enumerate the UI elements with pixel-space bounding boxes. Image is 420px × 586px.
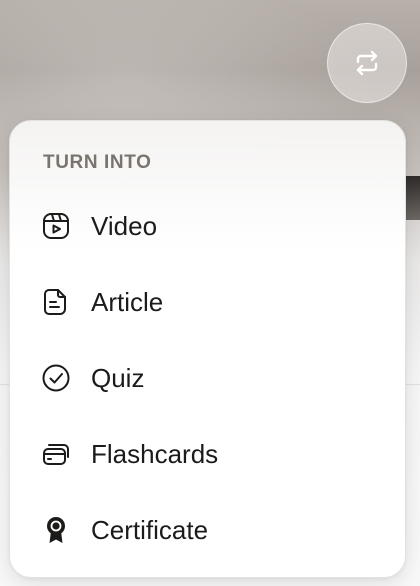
article-icon bbox=[41, 287, 71, 317]
menu-item-video[interactable]: Video bbox=[10, 195, 405, 257]
video-icon bbox=[41, 211, 71, 241]
menu-item-label: Article bbox=[91, 286, 164, 317]
menu-item-label: Video bbox=[91, 210, 158, 241]
repeat-icon bbox=[356, 50, 378, 76]
flashcards-icon bbox=[41, 439, 71, 469]
quiz-check-icon bbox=[41, 363, 71, 393]
menu-item-label: Quiz bbox=[91, 362, 145, 393]
menu-item-label: Flashcards bbox=[91, 438, 219, 469]
certificate-icon bbox=[41, 515, 71, 545]
menu-item-article[interactable]: Article bbox=[10, 271, 405, 333]
menu-item-certificate[interactable]: Certificate bbox=[10, 499, 405, 561]
menu-item-label: Certificate bbox=[91, 514, 209, 545]
menu-heading: TURN INTO bbox=[43, 152, 152, 173]
turn-into-menu: TURN INTO Video Article Quiz Flashcards … bbox=[9, 120, 406, 578]
convert-button[interactable] bbox=[327, 23, 407, 103]
menu-item-flashcards[interactable]: Flashcards bbox=[10, 423, 405, 485]
menu-item-quiz[interactable]: Quiz bbox=[10, 347, 405, 409]
